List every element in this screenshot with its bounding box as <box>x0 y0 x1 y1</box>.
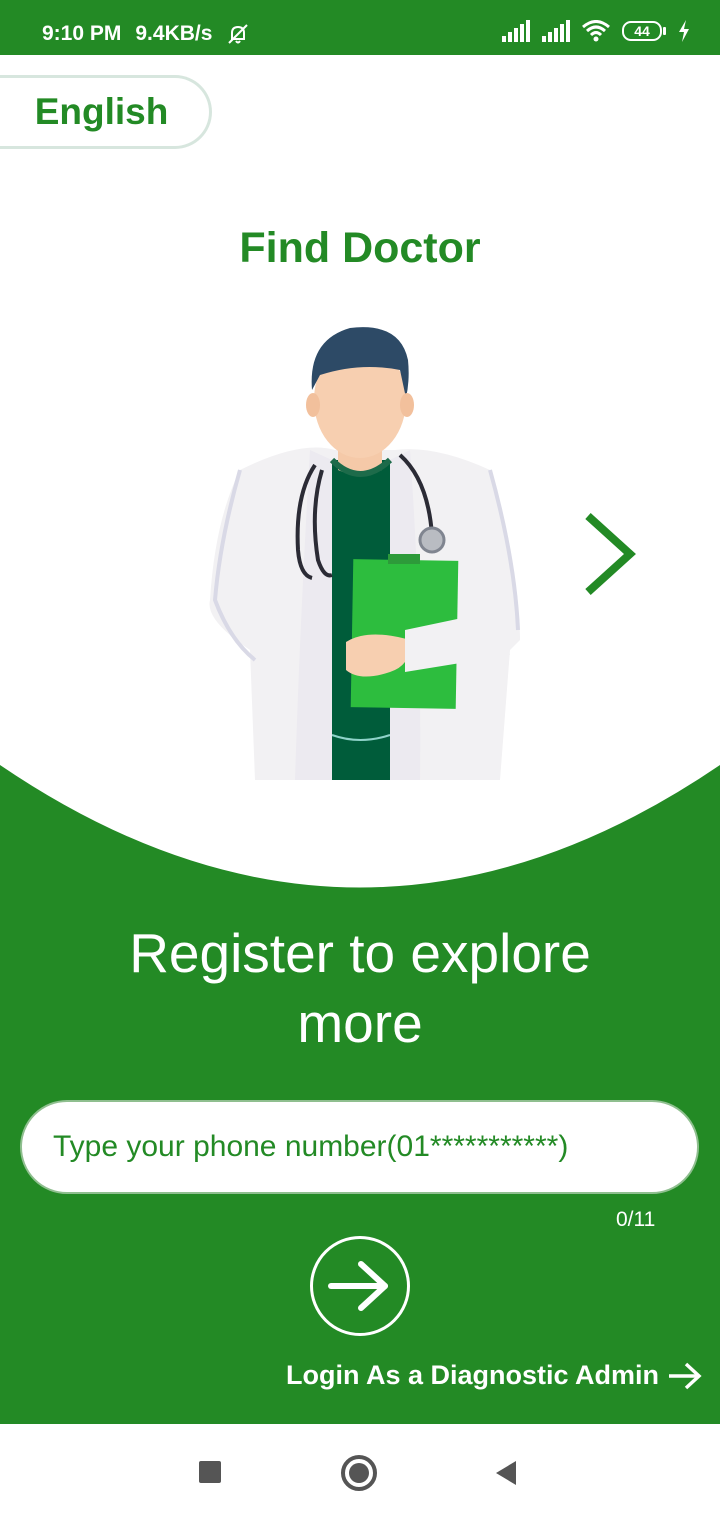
status-bar: 9:10 PM 9.4KB/s 44 <box>0 0 720 55</box>
diagnostic-admin-login-link[interactable]: Login As a Diagnostic Admin <box>286 1360 703 1391</box>
status-time: 9:10 PM <box>42 22 122 45</box>
register-heading: Register to explore more <box>129 922 591 1054</box>
phone-number-input[interactable] <box>20 1100 699 1194</box>
arrow-right-icon <box>328 1261 388 1311</box>
signal-icon <box>542 20 570 42</box>
system-navigation-bar <box>0 1424 720 1520</box>
language-label: English <box>34 91 169 132</box>
wifi-icon <box>582 20 610 42</box>
diagnostic-admin-login-label: Login As a Diagnostic Admin <box>286 1360 660 1390</box>
submit-phone-button[interactable] <box>310 1236 410 1336</box>
status-network-speed: 9.4KB/s <box>135 22 213 45</box>
back-icon[interactable] <box>494 1459 518 1487</box>
doctor-illustration <box>209 327 520 780</box>
mute-bell-icon <box>228 24 249 44</box>
charging-icon <box>679 20 689 42</box>
phone-character-counter: 0/11 <box>616 1208 656 1231</box>
battery-icon: 44 <box>622 20 666 42</box>
chevron-right-icon[interactable] <box>580 508 640 600</box>
arrow-right-icon <box>669 1362 702 1389</box>
onboarding-title: Find Doctor <box>239 224 481 272</box>
signal-icon <box>502 20 530 42</box>
recents-icon[interactable] <box>199 1461 221 1483</box>
home-icon[interactable] <box>341 1455 377 1491</box>
battery-level: 44 <box>634 23 650 39</box>
language-selector[interactable]: English <box>0 75 212 149</box>
